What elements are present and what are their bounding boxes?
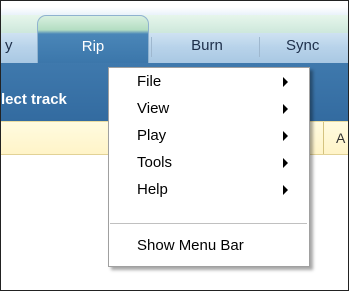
menu-item-label: Show Menu Bar: [137, 237, 244, 254]
menu-separator: [110, 223, 307, 224]
submenu-arrow-icon: [283, 158, 288, 168]
submenu-arrow-icon: [283, 131, 288, 141]
submenu-arrow-icon: [283, 104, 288, 114]
tab-play[interactable]: y: [1, 33, 21, 59]
tab-strip: y Rip Burn Sync: [1, 1, 348, 64]
menu-item-view[interactable]: View: [109, 97, 309, 121]
tab-rip[interactable]: Rip: [37, 15, 149, 64]
menu-item-file[interactable]: File: [109, 70, 309, 94]
tab-separator: [259, 37, 260, 57]
context-menu: File View Play Tools Help Show Menu Bar: [108, 67, 310, 267]
submenu-arrow-icon: [283, 185, 288, 195]
menu-item-tools[interactable]: Tools: [109, 151, 309, 175]
menu-item-play[interactable]: Play: [109, 124, 309, 148]
submenu-arrow-icon: [283, 77, 288, 87]
tab-sync[interactable]: Sync: [286, 33, 336, 59]
menu-item-label: View: [137, 100, 170, 117]
rip-header-title: lect track: [1, 91, 67, 108]
tab-burn[interactable]: Burn: [177, 33, 237, 59]
menu-item-show-menu-bar[interactable]: Show Menu Bar: [109, 234, 309, 258]
menu-item-label: Tools: [137, 154, 173, 171]
menu-item-label: Help: [137, 181, 168, 198]
menu-item-help[interactable]: Help: [109, 178, 309, 202]
column-header-label: A: [336, 130, 346, 146]
menu-item-label: File: [137, 73, 162, 90]
tab-rip-label: Rip: [81, 38, 105, 55]
tab-play-label: y: [5, 37, 13, 54]
window-frame: y Rip Burn Sync lect track A File View P…: [0, 0, 349, 291]
tab-separator: [151, 37, 152, 57]
tab-burn-label: Burn: [191, 37, 223, 54]
tab-sync-label: Sync: [286, 37, 320, 54]
menu-item-label: Play: [137, 127, 167, 144]
column-header[interactable]: A: [323, 122, 345, 154]
